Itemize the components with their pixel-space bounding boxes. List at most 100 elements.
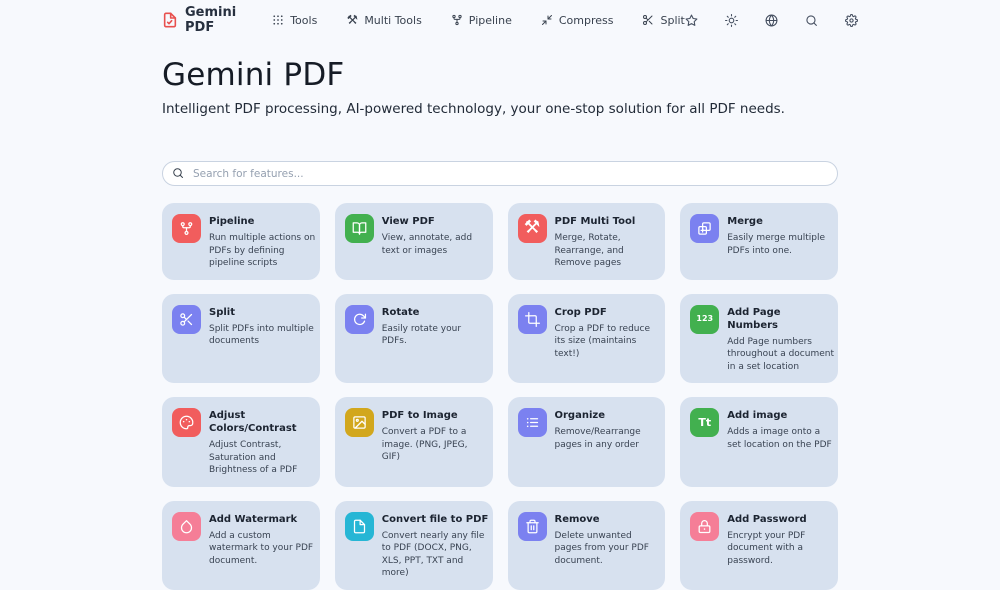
nav-item-label: Multi Tools (364, 14, 421, 27)
card-icon-text: 123 (696, 315, 713, 323)
numbers-123-icon: 123 (690, 305, 719, 334)
card-title: Crop PDF (555, 306, 662, 319)
list-icon (518, 408, 547, 437)
card-body: PDF to ImageConvert a PDF to a image. (P… (382, 407, 489, 477)
card-title: View PDF (382, 215, 489, 228)
feature-card-split[interactable]: Split Split PDFs into multiple documents (162, 294, 320, 384)
card-desc: Convert nearly any file to PDF (DOCX, PN… (382, 530, 489, 580)
nav-actions (685, 14, 858, 27)
main-content: Gemini PDF Intelligent PDF processing, A… (162, 57, 838, 590)
hammer-wrench-icon: ⚒ (518, 214, 547, 243)
nav-item-split[interactable]: Split (642, 14, 684, 27)
rotate-cw-icon (345, 305, 374, 334)
card-desc: Adds a image onto a set location on the … (727, 426, 834, 451)
card-body: RotateEasily rotate your PDFs. (382, 304, 489, 374)
card-body: OrganizeRemove/Rearrange pages in any or… (555, 407, 662, 477)
card-title: Add image (727, 409, 834, 422)
feature-card-add-image[interactable]: Tt Add image Adds a image onto a set locat… (680, 397, 838, 487)
card-body: Add image Adds a image onto a set locatio… (727, 407, 834, 477)
brand-label: Gemini PDF (185, 5, 236, 35)
card-body: Remove Delete unwanted pages from your PD… (555, 511, 662, 580)
card-desc: Encrypt your PDF document with a passwor… (727, 530, 834, 568)
card-desc: Add Page numbers throughout a document i… (727, 336, 834, 374)
card-body: Merge Easily merge multiple PDFs into one… (727, 213, 834, 270)
search-input[interactable] (191, 167, 828, 181)
card-desc: View, annotate, add text or images (382, 232, 489, 257)
card-title: Split (209, 306, 316, 319)
feature-card-pipeline[interactable]: Pipeline Run multiple actions on PDFs by … (162, 203, 320, 280)
pdf-document-icon (162, 12, 178, 28)
hammer-wrench-icon: ⚒ (346, 14, 358, 26)
card-title: Convert file to PDF (382, 513, 489, 526)
letters-tt-icon: Tt (690, 408, 719, 437)
feature-grid: Pipeline Run multiple actions on PDFs by … (162, 203, 838, 590)
feature-card-add-password[interactable]: Add Password Encrypt your PDF document wi… (680, 501, 838, 590)
brand[interactable]: Gemini PDF (162, 5, 236, 35)
nav-item-tools[interactable]: Tools (272, 14, 317, 27)
card-desc: Crop a PDF to reduce its size (maintains… (555, 323, 662, 361)
card-body: Add Password Encrypt your PDF document wi… (727, 511, 834, 580)
card-desc: Adjust Contrast, Saturation and Brightne… (209, 439, 316, 477)
compress-icon (541, 14, 553, 26)
globe-icon[interactable] (765, 14, 778, 27)
card-title: Add Password (727, 513, 834, 526)
feature-card-pdf-multi-tool[interactable]: ⚒ PDF Multi ToolMerge, Rotate, Rearrange,… (508, 203, 666, 280)
card-title: Merge (727, 215, 834, 228)
page-subtitle: Intelligent PDF processing, AI-powered t… (162, 101, 838, 117)
card-desc: Easily rotate your PDFs. (382, 323, 489, 348)
feature-card-view-pdf[interactable]: View PDF View, annotate, add text or imag… (335, 203, 493, 280)
droplet-icon (172, 512, 201, 541)
nav-item-label: Tools (290, 14, 317, 27)
card-body: PDF Multi ToolMerge, Rotate, Rearrange, … (555, 213, 662, 270)
card-desc: Easily merge multiple PDFs into one. (727, 232, 834, 257)
card-title: PDF Multi Tool (555, 215, 662, 228)
card-body: Convert file to PDF Convert nearly any fi… (382, 511, 489, 580)
scissors-icon (642, 14, 654, 26)
top-nav: Gemini PDF Tools⚒Multi ToolsPipelineComp… (0, 0, 1000, 31)
card-title: PDF to Image (382, 409, 489, 422)
star-icon[interactable] (685, 14, 698, 27)
nav-item-pipeline[interactable]: Pipeline (451, 14, 512, 27)
feature-card-crop-pdf[interactable]: Crop PDF Crop a PDF to reduce its size (m… (508, 294, 666, 384)
nav-item-label: Split (660, 14, 684, 27)
feature-card-organize[interactable]: OrganizeRemove/Rearrange pages in any or… (508, 397, 666, 487)
grid-dots-icon (272, 14, 284, 26)
feature-card-pdf-to-image[interactable]: PDF to ImageConvert a PDF to a image. (P… (335, 397, 493, 487)
card-desc: Delete unwanted pages from your PDF docu… (555, 530, 662, 568)
search-icon[interactable] (805, 14, 818, 27)
feature-card-rotate[interactable]: RotateEasily rotate your PDFs. (335, 294, 493, 384)
feature-card-convert-file-to-pdf[interactable]: Convert file to PDF Convert nearly any fi… (335, 501, 493, 590)
card-title: Adjust Colors/Contrast (209, 409, 316, 435)
merge-copy-plus-icon (690, 214, 719, 243)
nav-item-label: Pipeline (469, 14, 512, 27)
card-desc: Split PDFs into multiple documents (209, 323, 316, 348)
card-title: Add Page Numbers (727, 306, 834, 332)
image-icon (345, 408, 374, 437)
card-body: Split Split PDFs into multiple documents (209, 304, 316, 374)
feature-card-adjust-colors-contrast[interactable]: Adjust Colors/Contrast Adjust Contrast, S… (162, 397, 320, 487)
card-body: Adjust Colors/Contrast Adjust Contrast, S… (209, 407, 316, 477)
gear-icon[interactable] (845, 14, 858, 27)
file-icon (345, 512, 374, 541)
pipeline-icon (172, 214, 201, 243)
search-bar[interactable] (162, 161, 838, 186)
nav-item-label: Compress (559, 14, 614, 27)
feature-card-merge[interactable]: Merge Easily merge multiple PDFs into one… (680, 203, 838, 280)
feature-card-add-watermark[interactable]: Add WatermarkAdd a custom watermark to y… (162, 501, 320, 590)
nav-item-multi-tools[interactable]: ⚒ Multi Tools (346, 14, 421, 27)
feature-card-add-page-numbers[interactable]: 123 Add Page Numbers Add Page numbers thro… (680, 294, 838, 384)
card-title: Remove (555, 513, 662, 526)
card-desc: Run multiple actions on PDFs by defining… (209, 232, 316, 270)
feature-card-remove[interactable]: Remove Delete unwanted pages from your PD… (508, 501, 666, 590)
palette-icon (172, 408, 201, 437)
card-title: Add Watermark (209, 513, 316, 526)
card-title: Pipeline (209, 215, 316, 228)
search-icon (172, 164, 184, 183)
book-open-icon (345, 214, 374, 243)
card-body: Crop PDF Crop a PDF to reduce its size (m… (555, 304, 662, 374)
pipeline-icon (451, 14, 463, 26)
sun-icon[interactable] (725, 14, 738, 27)
nav-menu: Tools ⚒ Multi Tools Pipeline Compress Split (272, 14, 685, 27)
lock-icon (690, 512, 719, 541)
nav-item-compress[interactable]: Compress (541, 14, 614, 27)
